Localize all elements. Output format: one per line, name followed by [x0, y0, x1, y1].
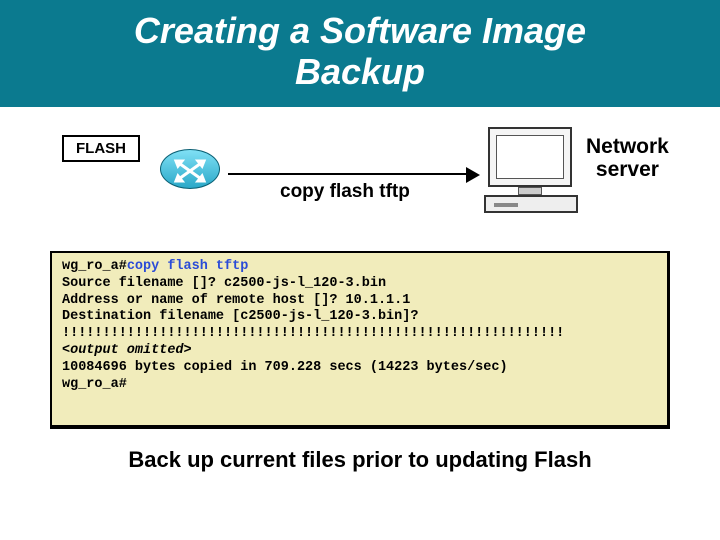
- router-arrows-icon: [172, 157, 208, 185]
- footer-note: Back up current files prior to updating …: [0, 447, 720, 473]
- title-bar: Creating a Software Image Backup: [0, 0, 720, 107]
- cpu-box-icon: [484, 195, 578, 213]
- terminal-line-6: <output omitted>: [62, 343, 657, 360]
- arrow-head-icon: [466, 167, 480, 183]
- title-line1: Creating a Software Image: [134, 10, 586, 51]
- terminal-line-7: 10084696 bytes copied in 709.228 secs (1…: [62, 360, 657, 377]
- terminal-line-5: !!!!!!!!!!!!!!!!!!!!!!!!!!!!!!!!!!!!!!!!…: [62, 326, 657, 343]
- terminal-line-4: Destination filename [c2500-js-l_120-3.b…: [62, 309, 657, 326]
- terminal-line-2: Source filename []? c2500-js-l_120-3.bin: [62, 276, 657, 293]
- terminal-command: copy flash tftp: [127, 259, 249, 274]
- slide-title: Creating a Software Image Backup: [0, 10, 720, 93]
- monitor-icon: [488, 127, 572, 187]
- server-icon: [484, 127, 584, 219]
- server-label-line2: server: [596, 158, 659, 181]
- terminal-output: wg_ro_a#copy flash tftp Source filename …: [50, 251, 670, 429]
- arrow-line-icon: [228, 173, 468, 175]
- diagram: FLASH copy flash tftp Network server: [0, 125, 720, 245]
- monitor-stand-icon: [518, 187, 542, 195]
- terminal-prompt: wg_ro_a#: [62, 259, 127, 274]
- terminal-line-1: wg_ro_a#copy flash tftp: [62, 259, 657, 276]
- terminal-line-3: Address or name of remote host []? 10.1.…: [62, 293, 657, 310]
- terminal-line-8: wg_ro_a#: [62, 377, 657, 394]
- flash-label: FLASH: [62, 135, 140, 162]
- server-label-line1: Network: [586, 135, 669, 158]
- title-line2: Backup: [295, 51, 425, 92]
- router-icon: [150, 141, 230, 201]
- arrow-caption: copy flash tftp: [280, 181, 410, 203]
- server-label: Network server: [586, 135, 669, 181]
